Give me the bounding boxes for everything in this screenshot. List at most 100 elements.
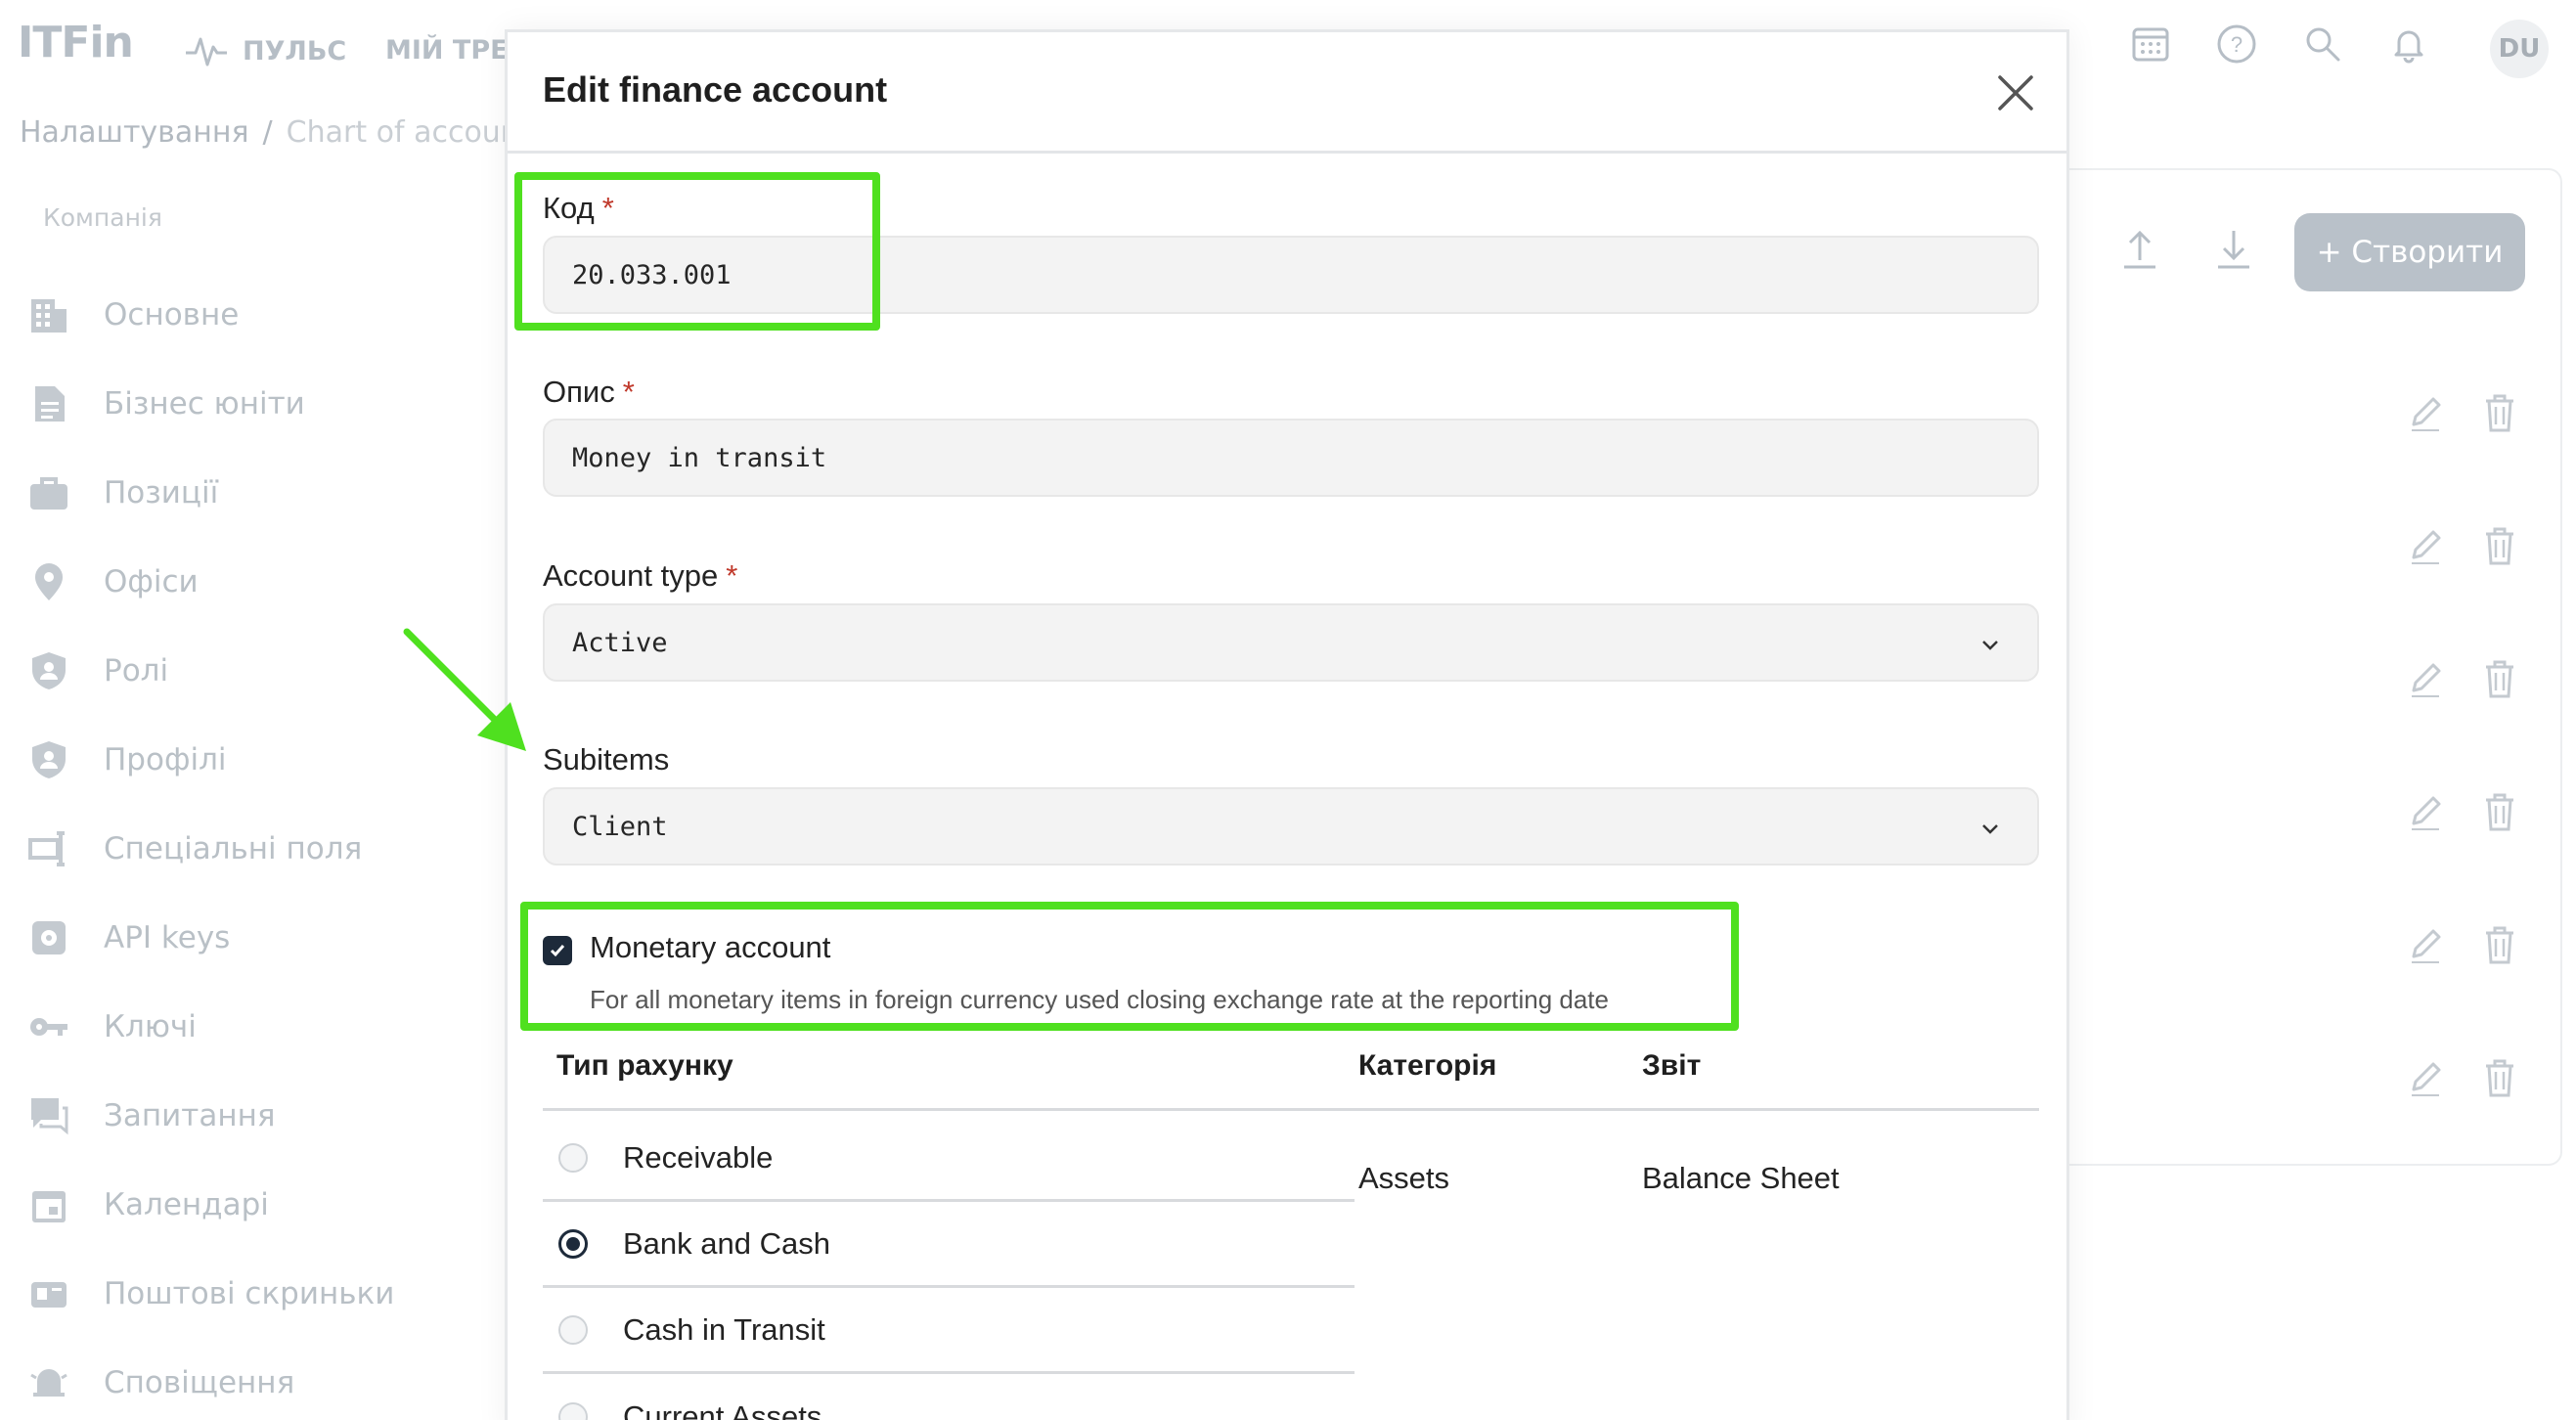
nav-pulse-label: ПУЛЬС [243,35,347,67]
radio-unselected[interactable] [558,1142,588,1173]
sidebar-item-business-units[interactable]: Бізнес юніти [27,359,394,448]
app-logo[interactable]: ITFin [18,18,134,67]
pulse-icon [186,37,227,67]
sidebar-item-general[interactable]: Основне [27,270,394,359]
create-button[interactable]: + Створити [2294,213,2525,291]
building-icon [31,298,67,333]
bell-alert-icon [30,1368,67,1397]
upload-icon[interactable] [2122,227,2157,274]
category-cell: Assets [1358,1161,1450,1195]
edit-pencil-icon[interactable] [2406,1056,2445,1103]
sidebar-item-keys[interactable]: Ключі [27,982,394,1071]
edit-pencil-icon[interactable] [2406,923,2445,970]
account-type-option-cash-in-transit[interactable]: Cash in Transit [543,1288,1355,1374]
sidebar-item-calendars[interactable]: Календарі [27,1160,394,1249]
chevron-down-icon [1982,824,1998,834]
table-header-category: Категорія [1358,1049,1497,1082]
edit-pencil-icon[interactable] [2406,524,2445,571]
account-type-option-receivable[interactable]: Receivable [543,1116,1355,1202]
required-mark: * [726,558,738,593]
key-icon [30,1017,67,1036]
report-cell: Balance Sheet [1642,1161,1840,1195]
edit-pencil-icon[interactable] [2406,790,2445,837]
delete-trash-icon[interactable] [2482,790,2517,837]
description-label: Опис * [543,375,635,410]
account-type-select[interactable]: Active [543,603,2039,682]
sidebar-item-custom-fields[interactable]: Спеціальні поля [27,804,394,893]
option-label: Bank and Cash [623,1225,830,1261]
sidebar-item-questions[interactable]: Запитання [27,1071,394,1160]
breadcrumb-root[interactable]: Налаштування [20,115,249,150]
calendar-icon [32,1190,66,1222]
row-actions [2406,923,2543,970]
map-pin-icon [35,562,63,600]
radio-selected[interactable] [558,1228,588,1259]
sidebar-item-notifications[interactable]: Сповіщення [27,1338,394,1420]
row-actions [2406,1056,2543,1103]
sidebar-item-label: Спеціальні поля [104,830,363,866]
close-icon[interactable] [1996,73,2035,112]
sidebar-item-label: Офіси [104,563,199,599]
radio-unselected[interactable] [558,1314,588,1345]
download-icon[interactable] [2216,227,2251,274]
sidebar: Основне Бізнес юніти Позиції Офіси Ролі … [27,270,394,1420]
sidebar-item-label: Позиції [104,474,219,510]
row-actions [2406,391,2543,438]
svg-text:?: ? [2231,32,2243,57]
edit-pencil-icon[interactable] [2406,391,2445,438]
modal-title: Edit finance account [543,69,888,110]
nav-pulse[interactable]: ПУЛЬС [184,29,346,72]
custom-field-icon [28,830,65,866]
help-icon[interactable]: ? [2216,23,2257,65]
delete-trash-icon[interactable] [2482,923,2517,970]
sidebar-item-positions[interactable]: Позиції [27,448,394,537]
modal-header: Edit finance account [508,32,2066,154]
sidebar-item-api-keys[interactable]: API keys [27,893,394,982]
sidebar-item-mailboxes[interactable]: Поштові скриньки [27,1249,394,1338]
account-type-value: Active [572,627,668,658]
delete-trash-icon[interactable] [2482,391,2517,438]
account-type-option-current-assets[interactable]: Current Assets [543,1374,1355,1420]
highlight-box-monetary [520,902,1739,1031]
option-label: Cash in Transit [623,1311,825,1347]
chevron-down-icon [1982,641,1998,650]
sidebar-item-label: Календарі [104,1186,269,1222]
search-icon[interactable] [2302,23,2343,65]
sidebar-item-profiles[interactable]: Профілі [27,715,394,804]
radio-unselected[interactable] [558,1402,588,1420]
sidebar-item-label: API keys [104,919,231,955]
subitems-select[interactable]: Client [543,787,2039,865]
breadcrumb-current: Chart of accoun [286,115,519,150]
sidebar-item-offices[interactable]: Офіси [27,537,394,626]
bell-icon[interactable] [2388,23,2429,65]
sidebar-item-label: Поштові скриньки [104,1275,395,1311]
sidebar-item-roles[interactable]: Ролі [27,626,394,715]
description-input[interactable]: Money in transit [543,419,2039,497]
sidebar-item-label: Сповіщення [104,1364,295,1400]
breadcrumb-separator: / [262,115,273,150]
delete-trash-icon[interactable] [2482,1056,2517,1103]
highlight-box-code [514,172,880,331]
edit-pencil-icon[interactable] [2406,657,2445,704]
option-label: Current Assets [623,1399,822,1420]
delete-trash-icon[interactable] [2482,524,2517,571]
calendar-grid-icon[interactable] [2130,23,2171,65]
document-icon [35,385,65,422]
sidebar-item-label: Ролі [104,652,169,688]
description-label-text: Опис [543,375,615,409]
account-type-option-bank-and-cash[interactable]: Bank and Cash [543,1202,1355,1288]
table-header-account-type: Тип рахунку [556,1049,733,1082]
top-icons: ? [2130,23,2429,65]
avatar[interactable]: DU [2490,20,2549,78]
annotation-arrow-icon [403,628,526,751]
sidebar-item-label: Ключі [104,1008,197,1044]
table-header-divider [543,1108,2039,1111]
delete-trash-icon[interactable] [2482,657,2517,704]
row-actions [2406,524,2543,571]
sidebar-item-label: Бізнес юніти [104,385,305,422]
sidebar-item-label: Профілі [104,741,227,777]
sidebar-item-label: Запитання [104,1097,276,1133]
mailbox-icon [31,1281,67,1308]
breadcrumb: Налаштування / Chart of accoun [20,115,519,150]
sidebar-item-label: Основне [104,296,240,333]
